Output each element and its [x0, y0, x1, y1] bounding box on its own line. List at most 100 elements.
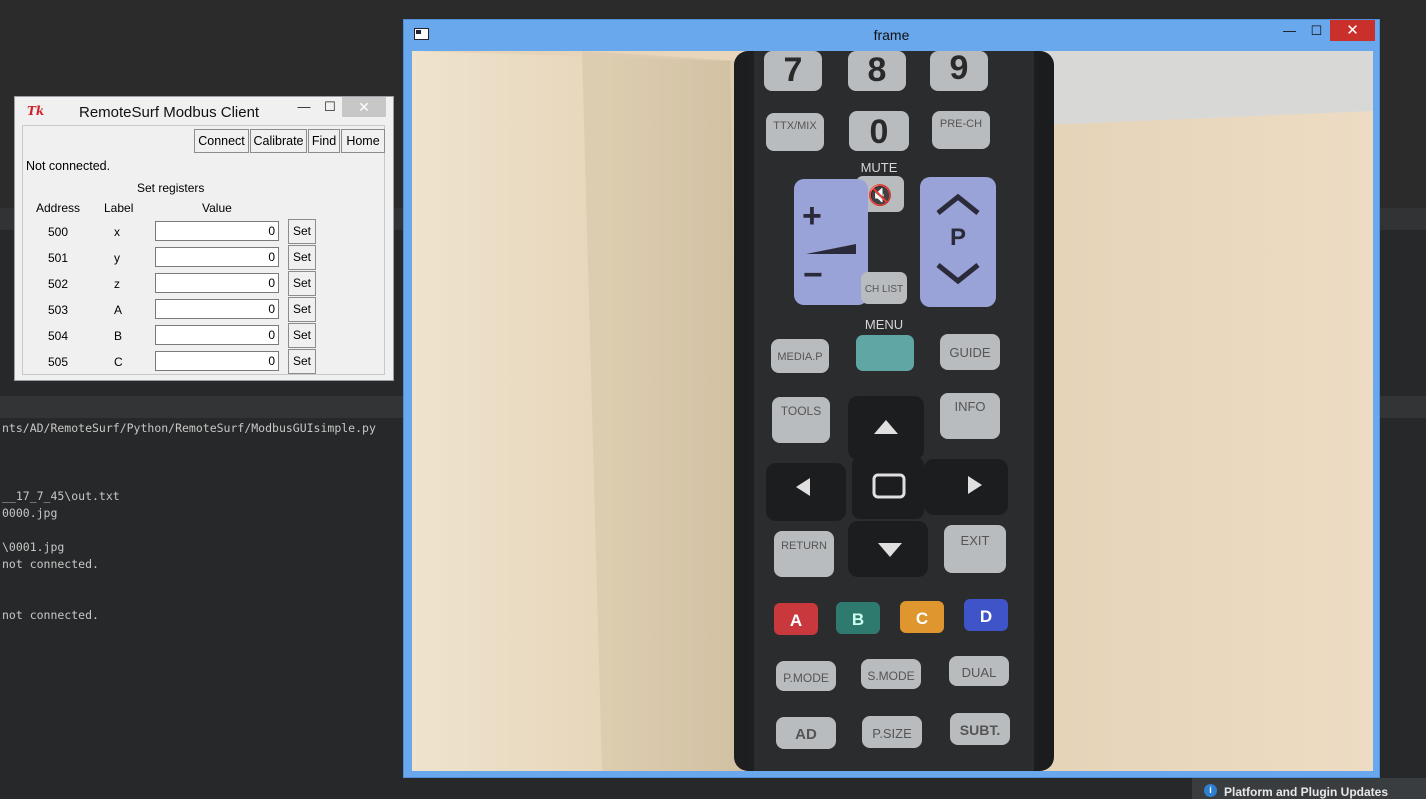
- register-address: 502: [48, 277, 69, 291]
- tk-titlebar[interactable]: Tk RemoteSurf Modbus Client — ☐ ✕: [15, 97, 393, 125]
- register-address: 505: [48, 355, 69, 369]
- window-title: frame: [873, 27, 910, 43]
- close-button[interactable]: ✕: [1330, 20, 1375, 41]
- minimize-button[interactable]: —: [1276, 20, 1303, 41]
- plugin-updates-text: Platform and Plugin Updates: [1224, 785, 1389, 799]
- remote-key-ad: AD: [776, 717, 836, 749]
- remote-key-guide: GUIDE: [940, 334, 1000, 370]
- svg-text:EXIT: EXIT: [961, 533, 990, 548]
- remote-key-8: 8: [848, 51, 906, 91]
- svg-text:TTX/MIX: TTX/MIX: [773, 120, 817, 132]
- color-key-d: D: [964, 599, 1008, 631]
- home-button[interactable]: Home: [341, 129, 385, 153]
- modbus-client-window: Tk RemoteSurf Modbus Client — ☐ ✕ Connec…: [14, 96, 394, 381]
- board-shadow: [582, 51, 748, 771]
- plugin-updates-notification[interactable]: i Platform and Plugin Updates: [1192, 778, 1426, 799]
- remote-key-dual: DUAL: [949, 656, 1009, 686]
- connection-status: Not connected.: [26, 159, 111, 173]
- register-value-input[interactable]: [155, 247, 279, 267]
- svg-text:P.MODE: P.MODE: [783, 671, 829, 685]
- wood-board-right: [1022, 111, 1373, 771]
- color-key-b: B: [836, 602, 880, 634]
- mute-label: MUTE: [861, 160, 898, 175]
- svg-text:P.SIZE: P.SIZE: [872, 726, 912, 741]
- frame-window: frame — ☐ ✕ 7 8 9 TTX/MIX 0 PRE-CH MUTE …: [403, 19, 1380, 778]
- register-row: 505 C Set: [23, 349, 383, 376]
- menu-label: MENU: [865, 317, 903, 332]
- svg-text:9: 9: [950, 51, 969, 87]
- remote-key-pre-ch: PRE-CH: [932, 111, 990, 149]
- svg-text:P: P: [950, 224, 966, 251]
- remote-key-return: RETURN: [774, 531, 834, 577]
- set-button[interactable]: Set: [288, 297, 316, 322]
- svg-text:D: D: [980, 607, 992, 626]
- svg-text:0: 0: [870, 113, 889, 151]
- column-header-address: Address: [36, 201, 81, 215]
- svg-text:S.MODE: S.MODE: [867, 669, 914, 683]
- remote-key-tools: TOOLS: [772, 397, 830, 443]
- set-button[interactable]: Set: [288, 245, 316, 270]
- console-line: not connected.: [2, 608, 99, 622]
- register-value-input[interactable]: [155, 273, 279, 293]
- remote-key-info: INFO: [940, 393, 1000, 439]
- svg-text:AD: AD: [795, 726, 817, 743]
- remote-key-s-mode: S.MODE: [861, 659, 921, 689]
- minimize-button[interactable]: —: [291, 97, 317, 117]
- console-line: __17_7_45\out.txt: [2, 489, 120, 503]
- svg-text:8: 8: [868, 51, 887, 89]
- remote-key-media-p: MEDIA.P: [771, 339, 829, 373]
- remote-key-ttx-mix: TTX/MIX: [766, 113, 824, 151]
- remote-key-0: 0: [849, 111, 909, 151]
- set-button[interactable]: Set: [288, 219, 316, 244]
- color-key-c: C: [900, 601, 944, 633]
- console-line: 0000.jpg: [2, 506, 58, 520]
- register-row: 504 B Set: [23, 323, 383, 350]
- set-button[interactable]: Set: [288, 349, 316, 374]
- mute-icon: 🔇: [868, 183, 893, 207]
- section-title: Set registers: [137, 181, 205, 195]
- window-title: RemoteSurf Modbus Client: [79, 104, 260, 121]
- register-address: 504: [48, 329, 69, 343]
- register-row: 503 A Set: [23, 297, 383, 324]
- svg-text:RETURN: RETURN: [781, 540, 827, 552]
- column-header-value: Value: [202, 201, 232, 215]
- remote-key-7: 7: [764, 51, 822, 91]
- remote-key-subt: SUBT.: [950, 713, 1010, 745]
- close-button[interactable]: ✕: [342, 97, 386, 117]
- svg-text:MEDIA.P: MEDIA.P: [777, 351, 822, 363]
- color-key-a: A: [774, 603, 818, 635]
- svg-text:C: C: [916, 609, 928, 628]
- svg-text:PRE-CH: PRE-CH: [940, 118, 982, 130]
- console-line: nts/AD/RemoteSurf/Python/RemoteSurf/Modb…: [2, 421, 376, 435]
- camera-frame-image[interactable]: 7 8 9 TTX/MIX 0 PRE-CH MUTE 🔇 + − P CH L…: [412, 51, 1373, 771]
- connect-button[interactable]: Connect: [194, 129, 249, 153]
- register-address: 500: [48, 225, 69, 239]
- set-button[interactable]: Set: [288, 271, 316, 296]
- console-line: not connected.: [2, 557, 99, 571]
- remote-volume-pad: + −: [794, 179, 868, 305]
- calibrate-button[interactable]: Calibrate: [250, 129, 307, 153]
- register-row: 501 y Set: [23, 245, 383, 272]
- find-button[interactable]: Find: [308, 129, 340, 153]
- remote-key-9: 9: [930, 51, 988, 91]
- svg-text:7: 7: [784, 51, 803, 89]
- register-row: 502 z Set: [23, 271, 383, 298]
- maximize-button[interactable]: ☐: [1303, 20, 1330, 41]
- menu-key: [856, 335, 914, 371]
- tk-logo-icon: Tk: [27, 104, 45, 118]
- svg-text:−: −: [803, 256, 823, 294]
- remote-key-p-size: P.SIZE: [862, 716, 922, 748]
- info-icon: i: [1204, 784, 1217, 797]
- maximize-button[interactable]: ☐: [317, 97, 343, 117]
- register-label: B: [114, 329, 123, 343]
- svg-text:B: B: [852, 610, 864, 629]
- register-value-input[interactable]: [155, 221, 279, 241]
- register-value-input[interactable]: [155, 325, 279, 345]
- register-value-input[interactable]: [155, 351, 279, 371]
- remote-key-p-mode: P.MODE: [776, 661, 836, 691]
- ch-list-label: CH LIST: [865, 284, 903, 295]
- register-value-input[interactable]: [155, 299, 279, 319]
- svg-text:GUIDE: GUIDE: [949, 345, 991, 360]
- set-button[interactable]: Set: [288, 323, 316, 348]
- register-label: y: [114, 251, 120, 265]
